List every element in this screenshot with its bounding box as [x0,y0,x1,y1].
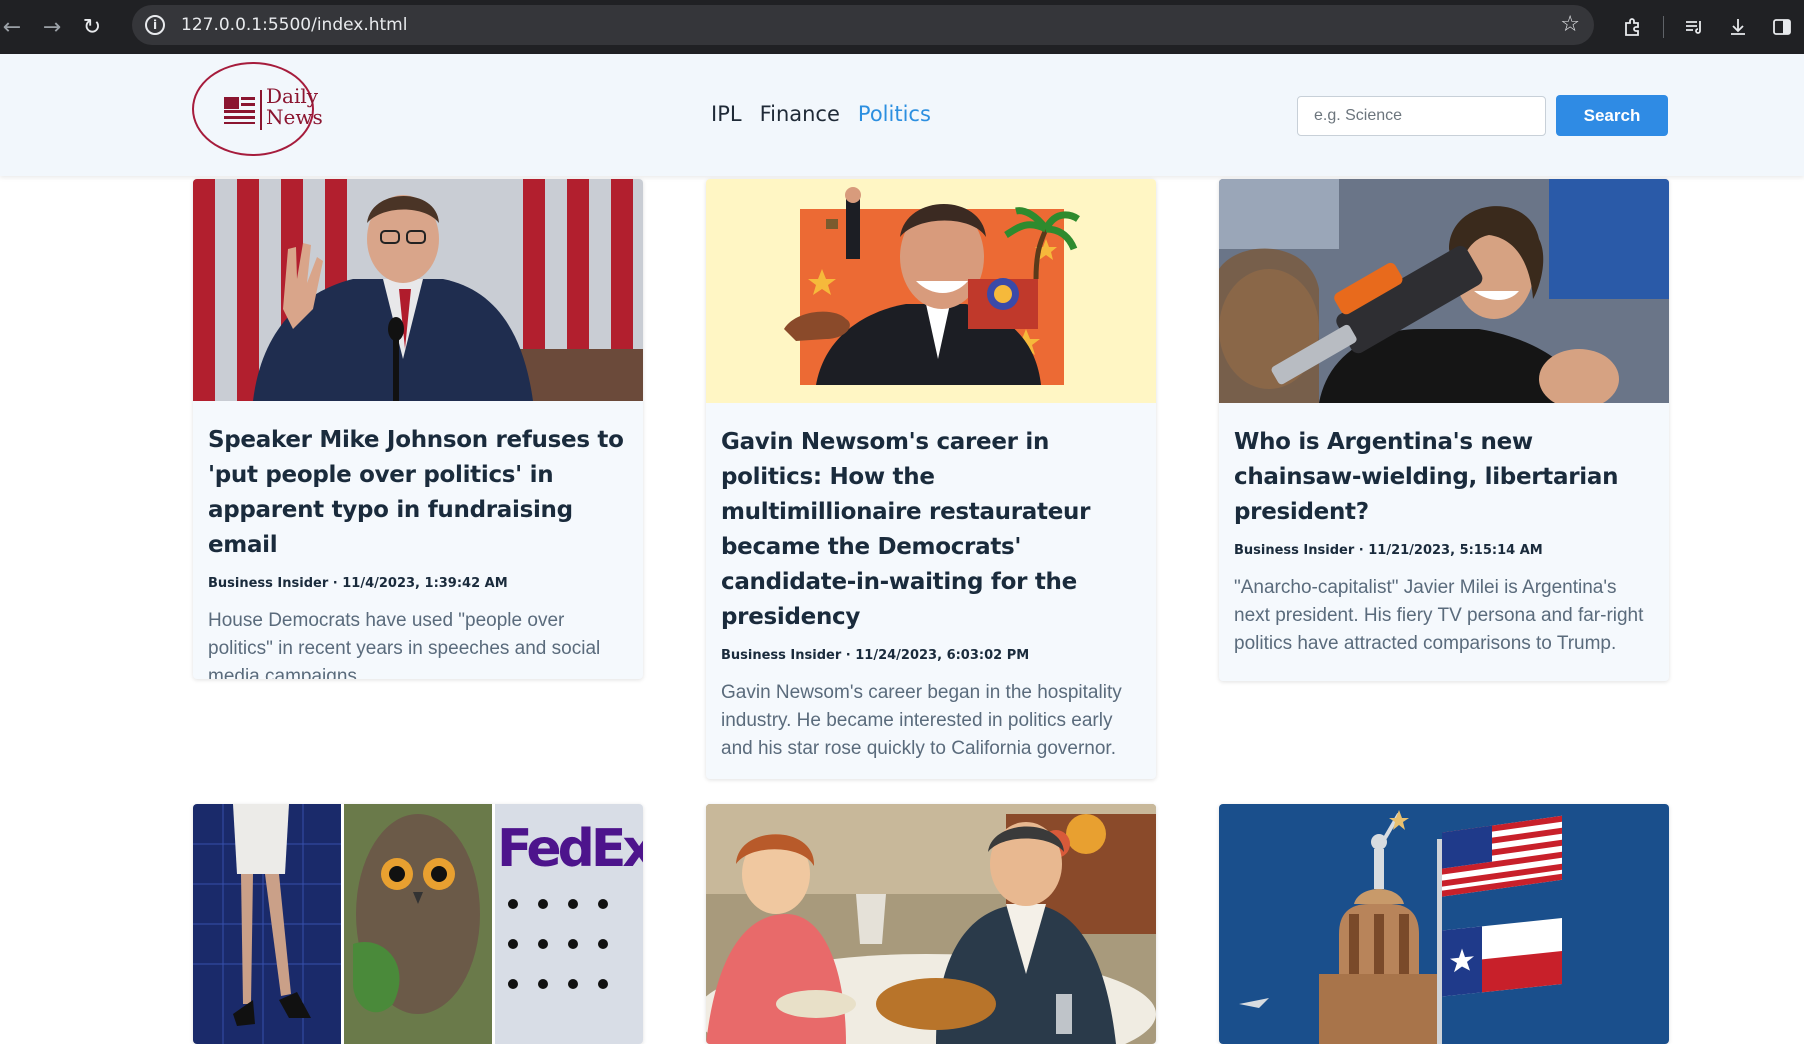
search-button[interactable]: Search [1556,95,1668,136]
url-text[interactable]: 127.0.0.1:5500/index.html [181,15,407,35]
side-panel-icon[interactable] [1760,5,1804,49]
article-meta: Business Insider · 11/24/2023, 6:03:02 P… [721,648,1030,663]
logo-line-1: Daily [266,84,319,108]
article-title[interactable]: Who is Argentina's new chainsaw-wielding… [1234,425,1653,530]
bookmark-star-icon[interactable]: ☆ [1560,12,1580,37]
nav-ipl[interactable]: IPL [711,102,742,126]
extensions-icon[interactable] [1611,5,1655,49]
article-description: "Anarcho-capitalist" Javier Milei is Arg… [1234,577,1644,654]
article-card[interactable]: Gavin Newsom's career in politics: How t… [706,179,1156,779]
article-image [1219,804,1669,1044]
fedex-logo-text: FedEx [497,819,643,879]
browser-toolbar: ← → ↻ i 127.0.0.1:5500/index.html ☆ [0,0,1804,54]
search-input[interactable] [1297,96,1546,136]
article-card[interactable] [1219,804,1669,1044]
article-image [706,179,1156,403]
article-meta: Business Insider · 11/21/2023, 5:15:14 A… [1234,543,1543,558]
article-card[interactable] [706,804,1156,1044]
article-description: House Democrats have used "people over p… [208,610,601,679]
nav-finance[interactable]: Finance [760,102,840,126]
article-card[interactable]: Speaker Mike Johnson refuses to 'put peo… [193,179,643,679]
article-title[interactable]: Gavin Newsom's career in politics: How t… [721,425,1140,635]
article-card[interactable]: Who is Argentina's new chainsaw-wielding… [1219,179,1669,681]
nav-politics[interactable]: Politics [858,102,931,126]
back-arrow-icon[interactable]: ← [0,7,32,47]
reload-icon[interactable]: ↻ [72,7,112,47]
flag-icon [224,97,255,124]
address-bar[interactable]: i 127.0.0.1:5500/index.html ☆ [132,5,1594,45]
daily-news-logo[interactable]: Daily News [192,62,323,156]
reading-list-icon[interactable] [1672,5,1716,49]
site-header: Daily News IPL Finance Politics Search [0,54,1804,176]
article-image: FedEx [193,804,643,1044]
article-description: Gavin Newsom's career began in the hospi… [721,682,1122,759]
article-meta: Business Insider · 11/4/2023, 1:39:42 AM [208,576,508,591]
article-card[interactable]: FedEx [193,804,643,1044]
article-image [706,804,1156,1044]
logo-line-2: News [266,105,323,129]
article-image [193,179,643,401]
article-title[interactable]: Speaker Mike Johnson refuses to 'put peo… [208,423,627,563]
site-info-icon[interactable]: i [145,15,165,35]
forward-arrow-icon[interactable]: → [32,7,72,47]
download-icon[interactable] [1716,5,1760,49]
main-nav: IPL Finance Politics [711,102,931,126]
article-image [1219,179,1669,403]
